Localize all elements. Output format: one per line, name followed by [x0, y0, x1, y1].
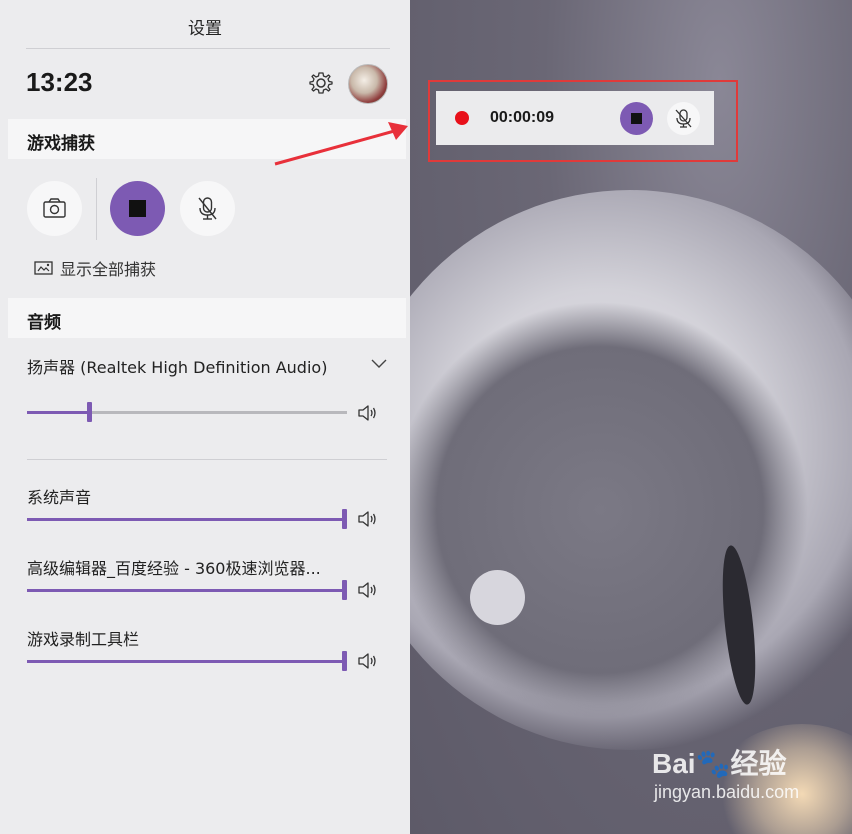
app-volume-slider[interactable] [27, 507, 347, 531]
mic-toggle-button[interactable] [180, 181, 235, 236]
app-volume-slider[interactable] [27, 578, 347, 602]
widget-stop-button[interactable] [620, 102, 653, 135]
mic-muted-icon [675, 109, 692, 128]
watermark-url: jingyan.baidu.com [654, 782, 800, 802]
bg-shape-eye [470, 570, 525, 625]
panel-title: 设置 [188, 19, 222, 39]
speaker-icon[interactable] [357, 581, 377, 599]
capture-status-widget[interactable]: 00:00:09 [436, 91, 714, 145]
paw-icon: 🐾 [695, 748, 731, 779]
speaker-icon[interactable] [357, 404, 377, 422]
capture-section-title: 游戏捕获 [27, 134, 95, 154]
speaker-icon[interactable] [357, 652, 377, 670]
stop-icon [129, 200, 146, 217]
app-volume-label: 高级编辑器_百度经验 - 360极速浏览器... [27, 559, 321, 578]
chevron-down-icon[interactable] [371, 357, 387, 369]
divider [27, 459, 387, 460]
stop-recording-button[interactable] [110, 181, 165, 236]
app-volume-label: 系统声音 [27, 488, 92, 507]
camera-icon [43, 198, 66, 218]
divider [96, 178, 97, 240]
mic-muted-icon [198, 197, 217, 220]
show-captures-icon [34, 261, 53, 275]
device-volume-slider[interactable] [27, 400, 347, 424]
elapsed-time: 00:00:09 [490, 109, 555, 126]
audio-section-title: 音频 [27, 313, 61, 333]
settings-gear-icon[interactable] [308, 70, 334, 96]
red-arrow [274, 122, 408, 166]
recording-indicator [455, 111, 469, 125]
audio-device-label: 扬声器 (Realtek High Definition Audio) [27, 358, 328, 377]
show-all-captures-link[interactable]: 显示全部捕获 [34, 256, 156, 280]
audio-section-header: 音频 [8, 298, 406, 338]
clock: 13:23 [26, 67, 93, 97]
avatar[interactable] [348, 64, 388, 104]
speaker-icon[interactable] [357, 510, 377, 528]
watermark-brand: Bai [652, 748, 696, 779]
show-all-captures-label: 显示全部捕获 [60, 260, 157, 279]
stop-icon [631, 113, 642, 124]
widget-mic-button[interactable] [667, 102, 700, 135]
screenshot-button[interactable] [27, 181, 82, 236]
divider [26, 48, 390, 49]
app-volume-slider[interactable] [27, 649, 347, 673]
watermark-suffix: 经验 [730, 748, 787, 779]
app-volume-label: 游戏录制工具栏 [27, 630, 140, 649]
watermark: Bai🐾经验 jingyan.baidu.com [652, 742, 799, 803]
